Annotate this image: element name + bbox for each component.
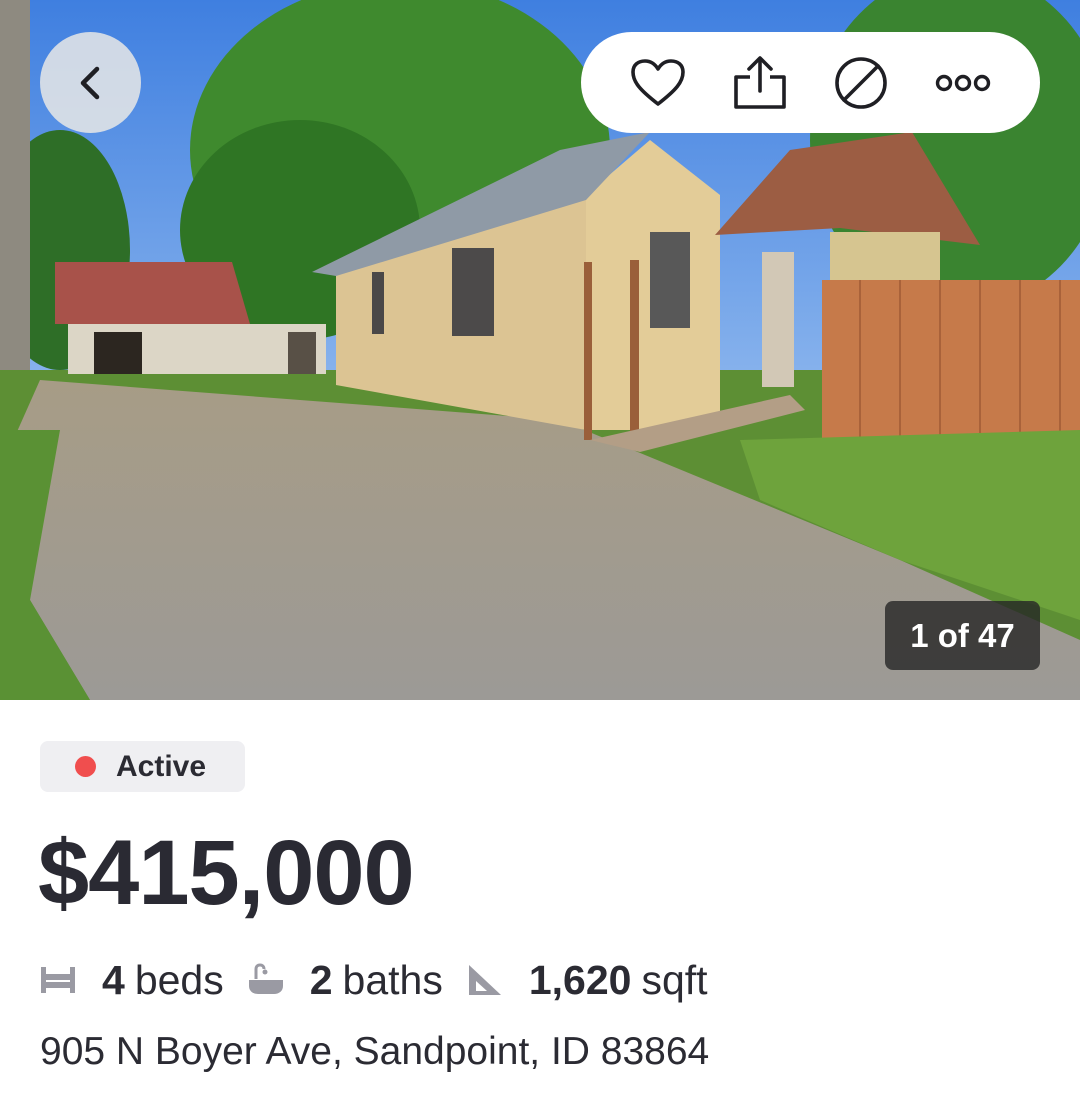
ruler-triangle-icon — [467, 960, 507, 1000]
sqft-fact: 1,620 sqft — [467, 957, 708, 1004]
status-badge: Active — [40, 741, 245, 792]
photo-counter: 1 of 47 — [885, 601, 1040, 670]
listing-address[interactable]: 905 N Boyer Ave, Sandpoint, ID 83864 — [40, 1030, 709, 1074]
share-icon — [733, 55, 786, 109]
share-button[interactable] — [725, 48, 795, 118]
bed-icon — [40, 960, 80, 1000]
beds-fact: 4 beds — [40, 957, 224, 1004]
baths-label: baths — [342, 956, 443, 1003]
listing-price: $415,000 — [38, 822, 415, 924]
listing-action-bar — [581, 32, 1040, 133]
status-dot-icon — [75, 756, 96, 777]
sqft-value: 1,620 — [528, 956, 632, 1003]
block-icon — [835, 56, 888, 109]
favorite-button[interactable] — [623, 48, 693, 118]
status-label: Active — [116, 749, 207, 783]
chevron-left-icon — [80, 66, 99, 99]
back-button[interactable] — [40, 32, 141, 133]
sqft-label: sqft — [641, 956, 708, 1003]
more-options-button[interactable] — [928, 48, 998, 118]
hide-listing-button[interactable] — [826, 48, 896, 118]
listing-photo[interactable]: 1 of 47 — [0, 0, 1080, 700]
beds-value: 4 — [102, 956, 125, 1003]
property-facts: 4 beds 2 baths 1,620 sqft — [40, 950, 732, 1010]
heart-icon — [631, 58, 685, 106]
baths-fact: 2 baths — [248, 957, 443, 1004]
bathtub-icon — [248, 960, 288, 1000]
more-icon — [935, 74, 991, 91]
baths-value: 2 — [309, 956, 333, 1003]
beds-label: beds — [134, 956, 224, 1003]
